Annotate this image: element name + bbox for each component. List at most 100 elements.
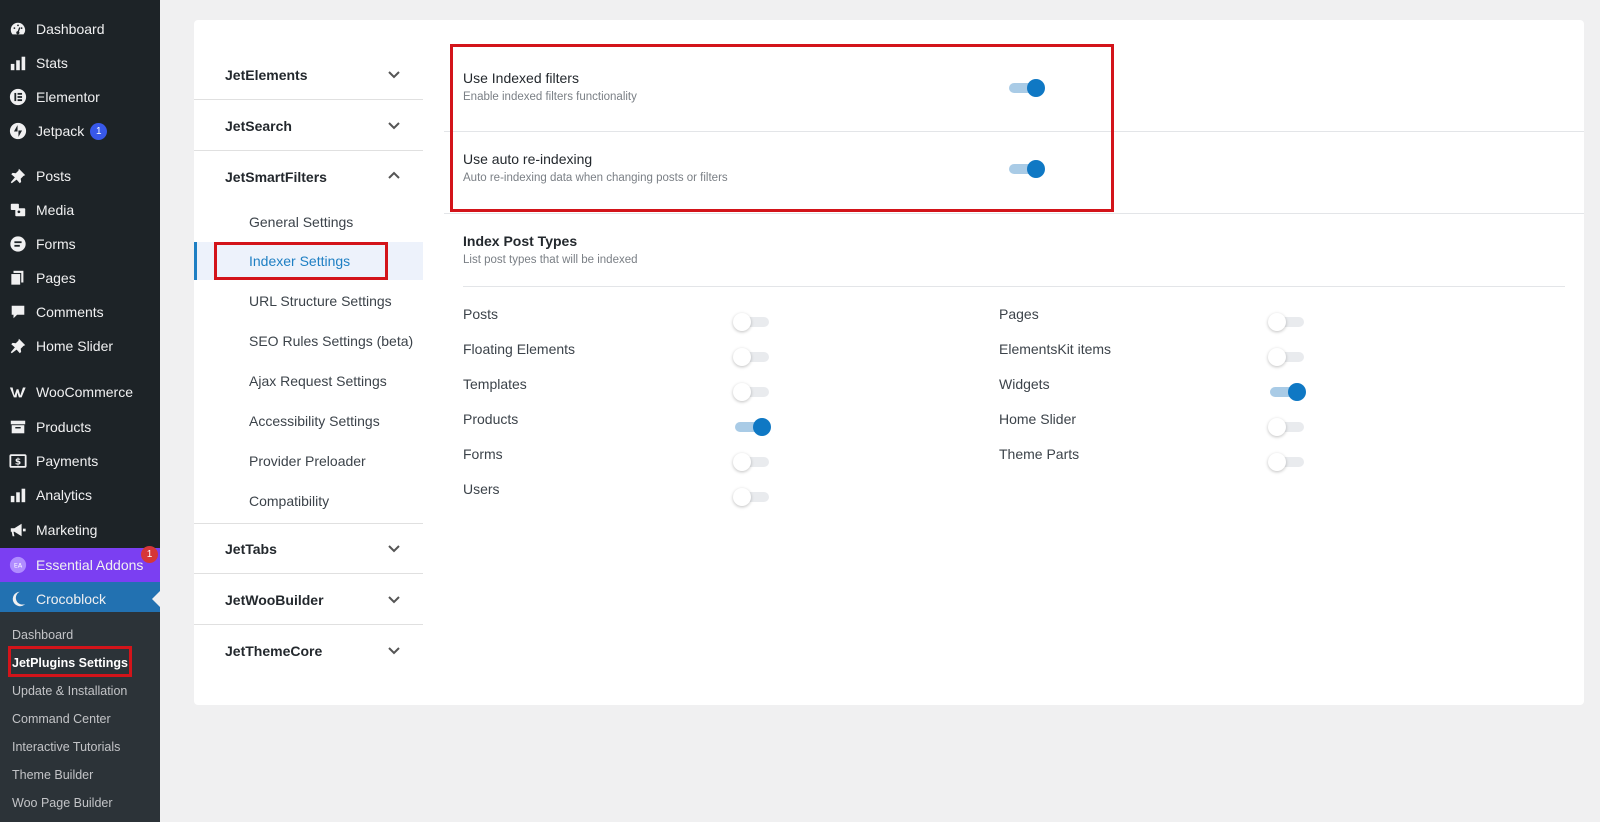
- chevron-up-icon: [387, 169, 401, 183]
- menu-label: Jetpack: [36, 123, 85, 139]
- wp-admin-sidebar: Dashboard Stats Elementor Jetpack 1 Post…: [0, 0, 160, 822]
- index-post-types-title: Index Post Types: [463, 233, 578, 249]
- menu-posts[interactable]: Posts: [0, 159, 160, 193]
- chevron-down-icon: [387, 541, 401, 555]
- toggle-post-type-pages[interactable]: [1268, 311, 1306, 333]
- menu-marketing[interactable]: Marketing: [0, 513, 160, 547]
- toggle-post-type-posts[interactable]: [733, 311, 771, 333]
- setting-indexed-desc: Enable indexed filters functionality: [463, 91, 637, 103]
- nav-compatibility[interactable]: Compatibility: [194, 482, 423, 520]
- menu-analytics[interactable]: Analytics: [0, 478, 160, 512]
- nav-jetwoobuilder[interactable]: JetWooBuilder: [194, 575, 423, 625]
- submenu-theme-builder[interactable]: Theme Builder: [12, 768, 93, 782]
- analytics-icon: [8, 485, 28, 505]
- media-icon: [8, 200, 28, 220]
- nav-label: JetTabs: [225, 540, 277, 557]
- menu-label: Essential Addons: [36, 557, 144, 573]
- crocoblock-submenu: Dashboard JetPlugins Settings Update & I…: [0, 612, 160, 822]
- menu-label: Posts: [36, 168, 72, 184]
- post-type-label: Products: [463, 411, 519, 427]
- elementor-icon: [8, 87, 28, 107]
- post-type-label: Floating Elements: [463, 341, 576, 357]
- nav-jetthemecore[interactable]: JetThemeCore: [194, 626, 423, 676]
- nav-url-structure-settings[interactable]: URL Structure Settings: [194, 282, 423, 320]
- menu-products[interactable]: Products: [0, 410, 160, 444]
- menu-label: Comments: [36, 304, 104, 320]
- nav-jetsearch[interactable]: JetSearch: [194, 101, 423, 151]
- jetpack-badge: 1: [90, 122, 108, 140]
- menu-woocommerce[interactable]: WooCommerce: [0, 375, 160, 409]
- menu-label: WooCommerce: [36, 384, 133, 400]
- nav-general-settings[interactable]: General Settings: [194, 203, 423, 241]
- menu-label: Elementor: [36, 89, 100, 105]
- toggle-post-type-products[interactable]: [733, 416, 771, 438]
- submenu-command-center[interactable]: Command Center: [12, 712, 111, 726]
- post-type-label: Forms: [463, 446, 503, 462]
- settings-card: JetElements JetSearch JetSmartFilters Ge…: [194, 20, 1584, 705]
- menu-label: Home Slider: [36, 338, 114, 354]
- menu-media[interactable]: Media: [0, 193, 160, 227]
- toggle-post-type-elementskit-items[interactable]: [1268, 346, 1306, 368]
- svg-text:$: $: [15, 458, 21, 468]
- marketing-icon: [8, 520, 28, 540]
- toggle-post-type-home-slider[interactable]: [1268, 416, 1306, 438]
- nav-ajax-request-settings[interactable]: Ajax Request Settings: [194, 362, 423, 400]
- menu-crocoblock[interactable]: Crocoblock: [0, 582, 160, 616]
- index-post-types-desc: List post types that will be indexed: [463, 254, 638, 266]
- pages-icon: [8, 268, 28, 288]
- toggle-post-type-forms[interactable]: [733, 451, 771, 473]
- toggle-auto-reindexing[interactable]: [1007, 158, 1045, 180]
- menu-label: Products: [36, 419, 92, 435]
- pin-icon: [8, 166, 28, 186]
- toggle-indexed-filters[interactable]: [1007, 77, 1045, 99]
- menu-label: Payments: [36, 453, 99, 469]
- products-icon: [8, 417, 28, 437]
- menu-jetpack[interactable]: Jetpack 1: [0, 114, 160, 148]
- menu-comments[interactable]: Comments: [0, 295, 160, 329]
- menu-label: Dashboard: [36, 21, 105, 37]
- payments-icon: $: [8, 451, 28, 471]
- nav-label: JetElements: [225, 66, 308, 83]
- menu-label: Marketing: [36, 522, 98, 538]
- stats-icon: [8, 53, 28, 73]
- toggle-post-type-theme-parts[interactable]: [1268, 451, 1306, 473]
- essential-addons-icon-text: EA: [14, 563, 23, 570]
- menu-essential-addons[interactable]: EA Essential Addons 1: [0, 546, 160, 582]
- forms-icon: [8, 234, 28, 254]
- submenu-woo-page-builder[interactable]: Woo Page Builder: [12, 796, 113, 810]
- dashboard-icon: [8, 19, 28, 39]
- menu-home-slider[interactable]: Home Slider: [0, 329, 160, 363]
- submenu-jetplugins-settings[interactable]: JetPlugins Settings: [12, 656, 128, 670]
- chevron-down-icon: [387, 67, 401, 81]
- nav-jettabs[interactable]: JetTabs: [194, 524, 423, 574]
- toggle-post-type-floating-elements[interactable]: [733, 346, 771, 368]
- nav-jetelements[interactable]: JetElements: [194, 50, 423, 100]
- nav-label: JetSearch: [225, 117, 292, 134]
- menu-forms[interactable]: Forms: [0, 227, 160, 261]
- submenu-dashboard[interactable]: Dashboard: [12, 628, 73, 642]
- menu-dashboard[interactable]: Dashboard: [0, 12, 160, 46]
- menu-label: Forms: [36, 236, 76, 252]
- nav-label: JetThemeCore: [225, 643, 323, 659]
- menu-payments[interactable]: $ Payments: [0, 444, 160, 478]
- post-type-label: Users: [463, 481, 500, 497]
- essential-addons-badge: 1: [141, 546, 158, 563]
- divider: [444, 131, 1584, 132]
- pin-icon: [8, 336, 28, 356]
- toggle-post-type-widgets[interactable]: [1268, 381, 1306, 403]
- toggle-post-type-templates[interactable]: [733, 381, 771, 403]
- nav-jetsmartfilters[interactable]: JetSmartFilters: [194, 152, 423, 202]
- nav-indexer-settings[interactable]: Indexer Settings: [194, 242, 423, 280]
- jetpack-icon: [8, 121, 28, 141]
- menu-stats[interactable]: Stats: [0, 46, 160, 80]
- submenu-interactive-tutorials[interactable]: Interactive Tutorials: [12, 740, 120, 754]
- menu-elementor[interactable]: Elementor: [0, 80, 160, 114]
- nav-seo-rules-settings[interactable]: SEO Rules Settings (beta): [194, 322, 423, 360]
- submenu-update-installation[interactable]: Update & Installation: [12, 684, 127, 698]
- menu-pages[interactable]: Pages: [0, 261, 160, 295]
- nav-provider-preloader[interactable]: Provider Preloader: [194, 442, 423, 480]
- setting-indexed-title: Use Indexed filters: [463, 70, 579, 86]
- toggle-post-type-users[interactable]: [733, 486, 771, 508]
- post-type-label: Home Slider: [999, 411, 1077, 427]
- nav-accessibility-settings[interactable]: Accessibility Settings: [194, 402, 423, 440]
